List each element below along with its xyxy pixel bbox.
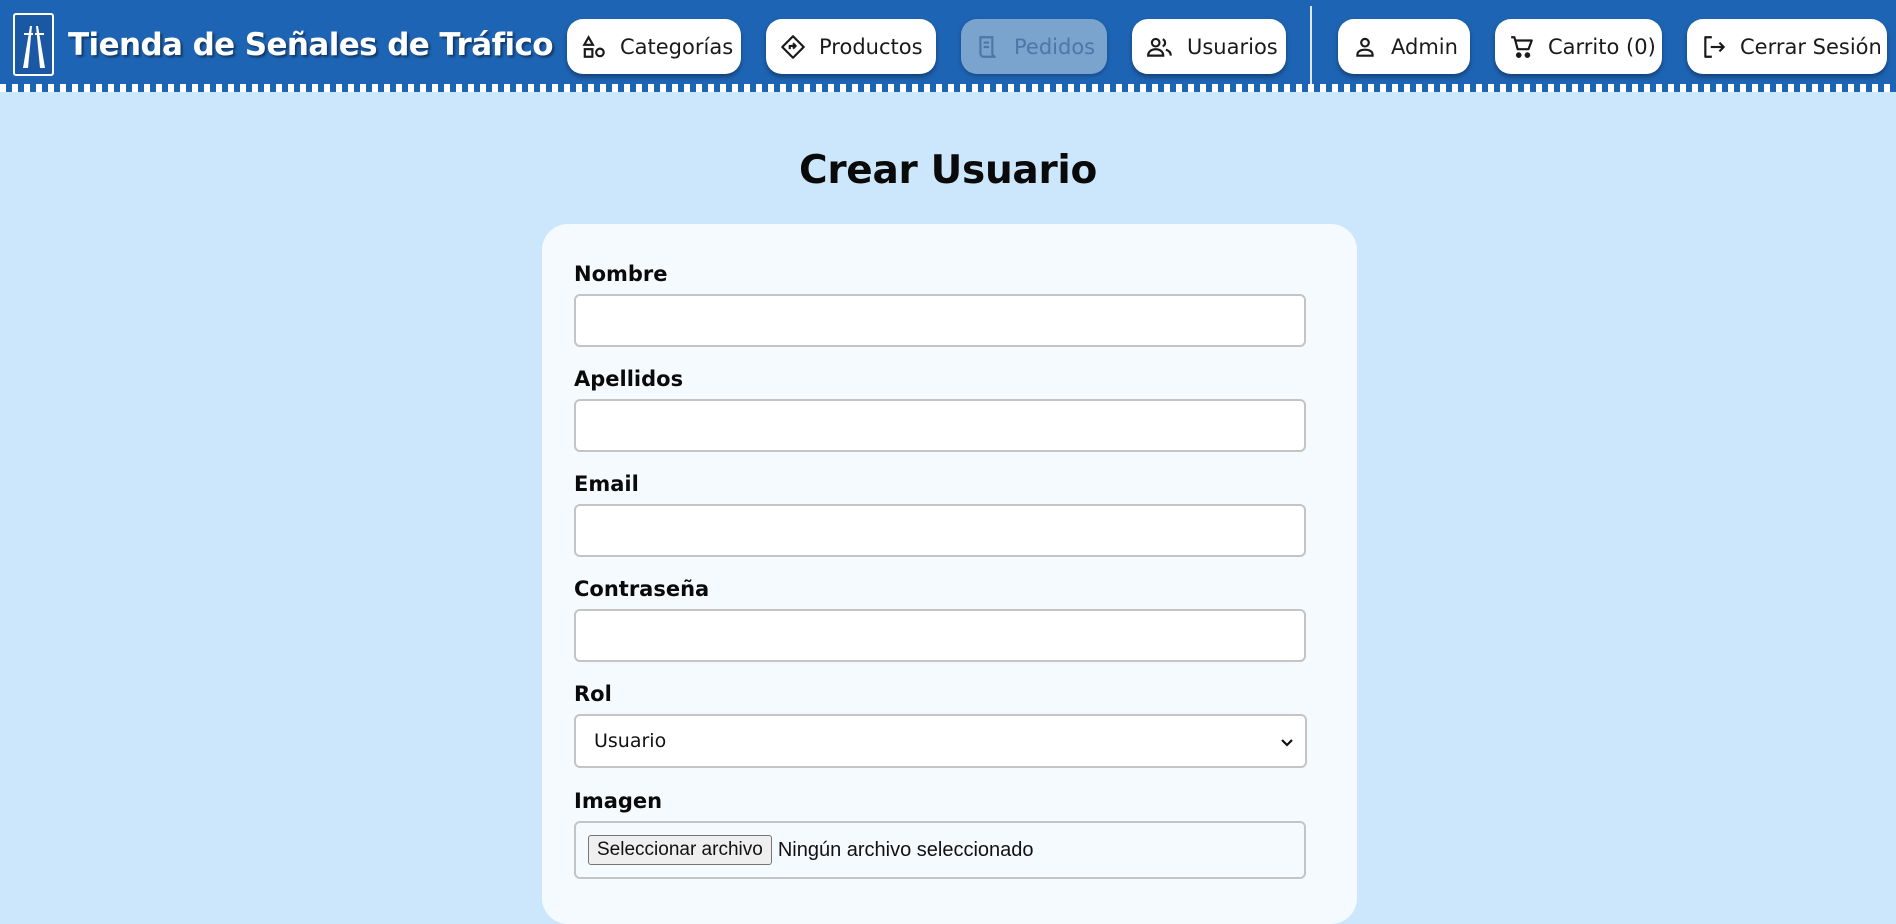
rol-selected-value: Usuario	[594, 730, 667, 752]
apellidos-input[interactable]	[574, 399, 1306, 452]
nav-usuarios-button[interactable]: Usuarios	[1132, 19, 1286, 74]
nav-cerrar-sesion-button[interactable]: Cerrar Sesión	[1687, 19, 1887, 74]
nav-admin-label: Admin	[1391, 34, 1458, 59]
nav-productos-label: Productos	[819, 34, 923, 59]
page-title: Crear Usuario	[799, 148, 1097, 193]
highway-logo-icon	[13, 13, 54, 76]
receipt-icon	[975, 33, 1001, 61]
rol-label: Rol	[574, 682, 612, 706]
brand-title: Tienda de Señales de Tráfico	[68, 26, 554, 63]
file-status-text: Ningún archivo seleccionado	[777, 838, 1034, 861]
nombre-label: Nombre	[574, 262, 668, 286]
rol-select[interactable]: Usuario	[574, 714, 1307, 768]
nav-carrito-button[interactable]: Carrito (0)	[1495, 19, 1662, 74]
nav-categorias-button[interactable]: Categorías	[567, 19, 741, 74]
email-input[interactable]	[574, 504, 1306, 557]
imagen-label: Imagen	[574, 789, 663, 813]
logout-icon	[1701, 33, 1727, 61]
shapes-icon	[581, 33, 607, 61]
nombre-input[interactable]	[574, 294, 1306, 347]
password-input[interactable]	[574, 609, 1306, 662]
road-sign-icon	[780, 33, 806, 61]
create-user-form: Nombre Apellidos Email Contraseña Rol Us…	[542, 224, 1357, 924]
nav-usuarios-label: Usuarios	[1187, 34, 1278, 59]
email-label: Email	[574, 472, 639, 496]
person-icon	[1352, 33, 1378, 61]
brand[interactable]: Tienda de Señales de Tráfico	[13, 13, 554, 76]
imagen-file-input[interactable]: Seleccionar archivo Ningún archivo selec…	[574, 821, 1306, 879]
contrasena-label: Contraseña	[574, 577, 710, 601]
select-file-button[interactable]: Seleccionar archivo	[588, 835, 772, 865]
nav-divider	[1310, 6, 1312, 86]
nav-pedidos-label: Pedidos	[1014, 34, 1096, 59]
nav-pedidos-button[interactable]: Pedidos	[961, 19, 1107, 74]
apellidos-label: Apellidos	[574, 367, 684, 391]
users-icon	[1146, 33, 1174, 61]
nav-admin-button[interactable]: Admin	[1338, 19, 1470, 74]
cart-icon	[1509, 33, 1535, 61]
nav-productos-button[interactable]: Productos	[766, 19, 936, 74]
nav-categorias-label: Categorías	[620, 34, 734, 59]
chevron-down-icon	[1279, 733, 1295, 755]
nav-cerrar-sesion-label: Cerrar Sesión	[1740, 34, 1882, 59]
nav-carrito-label: Carrito (0)	[1548, 34, 1656, 59]
top-navbar: Tienda de Señales de Tráfico Categorías …	[0, 0, 1896, 92]
